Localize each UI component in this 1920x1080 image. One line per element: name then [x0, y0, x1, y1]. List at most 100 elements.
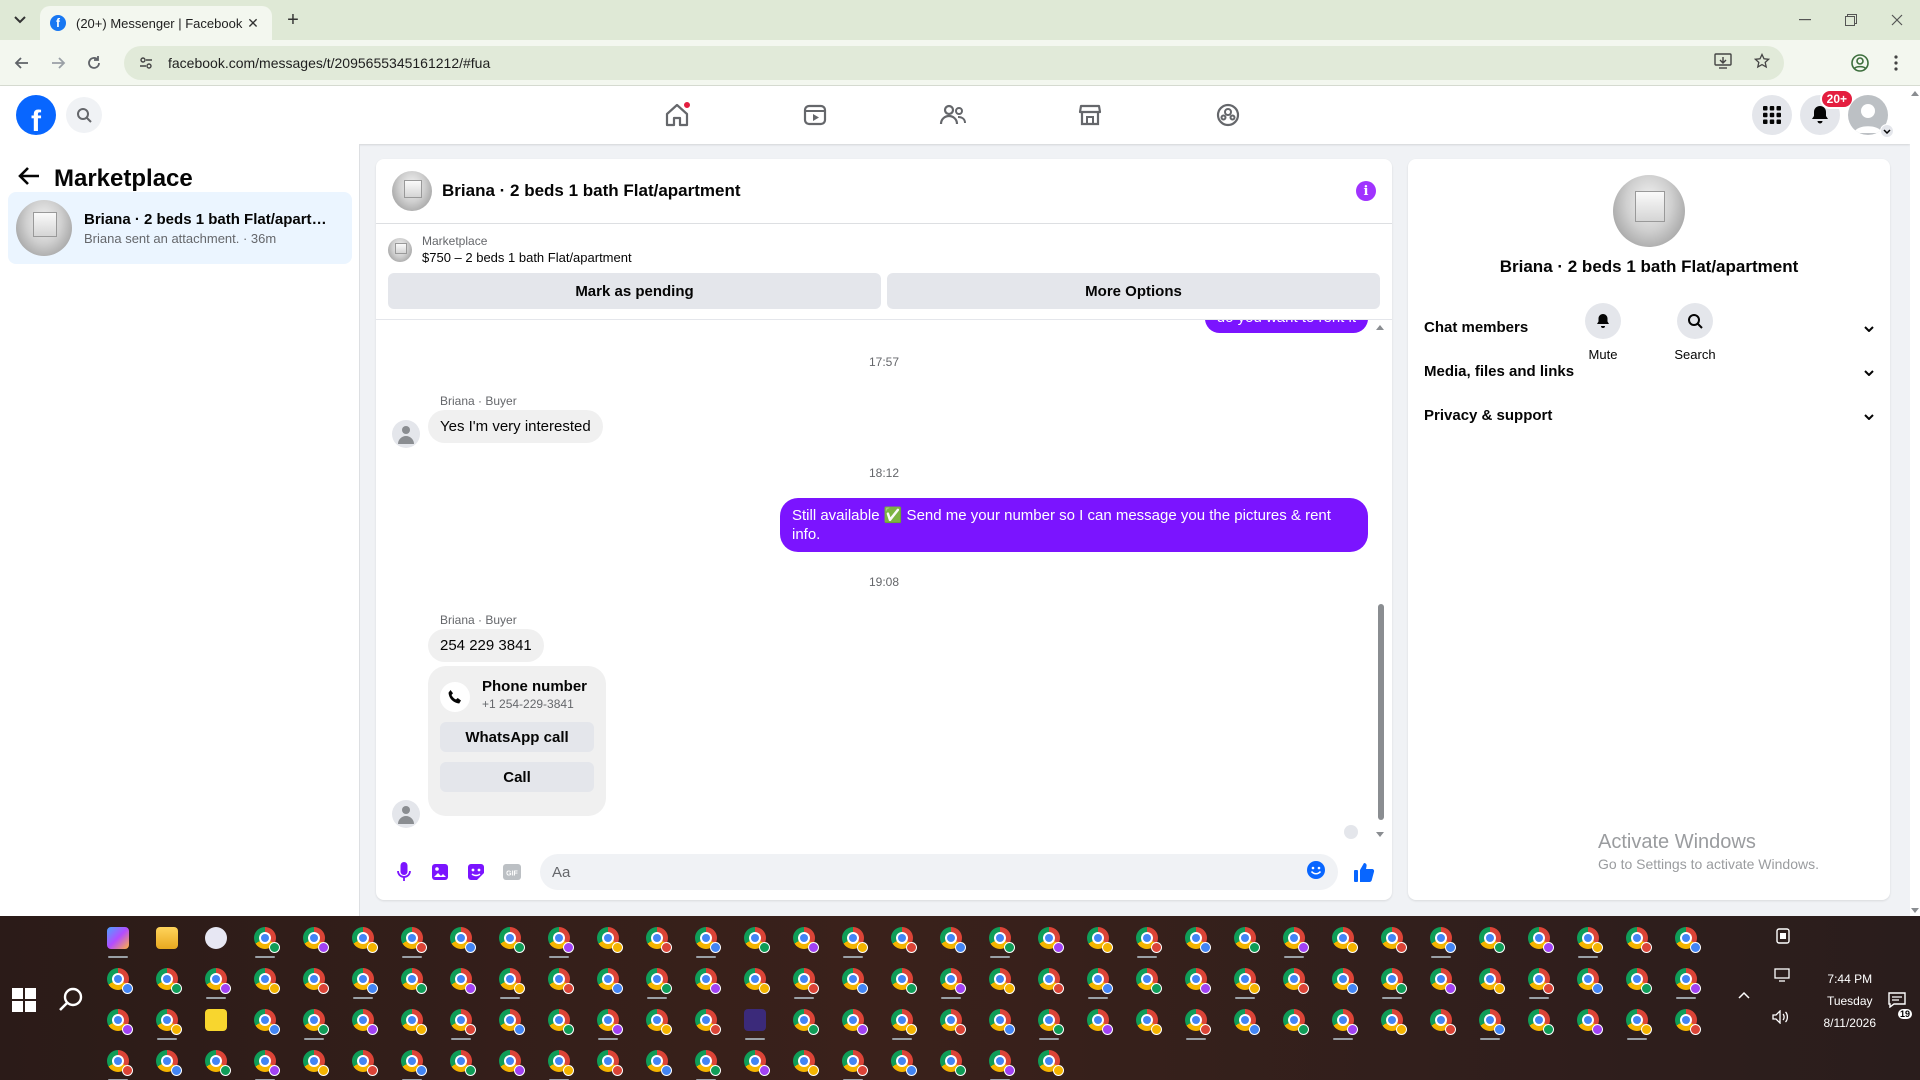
section-media-files-links[interactable]: Media, files and links — [1424, 363, 1874, 380]
chrome-profile-icon[interactable] — [1427, 924, 1456, 958]
restore-icon[interactable] — [1828, 0, 1874, 40]
chrome-profile-icon[interactable] — [1329, 965, 1358, 994]
chrome-profile-icon[interactable] — [1672, 965, 1701, 999]
chrome-profile-icon[interactable] — [545, 1006, 574, 1035]
chrome-profile-icon[interactable] — [1280, 924, 1309, 958]
chrome-profile-icon[interactable] — [839, 965, 868, 994]
chrome-profile-icon[interactable] — [1476, 965, 1505, 994]
chrome-profile-icon[interactable] — [692, 1047, 721, 1080]
chrome-profile-icon[interactable] — [1574, 924, 1603, 958]
chrome-profile-icon[interactable] — [447, 924, 476, 953]
chrome-profile-icon[interactable] — [790, 1006, 819, 1035]
message-input[interactable]: Aa — [540, 854, 1338, 890]
chrome-profile-icon[interactable] — [545, 924, 574, 958]
chrome-profile-icon[interactable] — [839, 1006, 868, 1035]
chrome-profile-icon[interactable] — [1623, 1006, 1652, 1040]
chrome-profile-icon[interactable] — [447, 965, 476, 994]
browser-menu-icon[interactable] — [1884, 51, 1908, 75]
emoji-icon[interactable] — [1306, 860, 1326, 884]
chrome-profile-icon[interactable] — [447, 1047, 476, 1076]
back-arrow-icon[interactable] — [18, 165, 40, 193]
chrome-profile-icon[interactable] — [251, 1006, 280, 1035]
chrome-profile-icon[interactable] — [1035, 1047, 1064, 1076]
new-tab-button[interactable]: + — [282, 9, 304, 32]
home-icon[interactable] — [659, 97, 695, 133]
chrome-profile-icon[interactable] — [1035, 965, 1064, 994]
section-privacy-support[interactable]: Privacy & support — [1424, 407, 1874, 424]
friends-icon[interactable] — [935, 97, 971, 133]
chrome-profile-icon[interactable] — [153, 1006, 182, 1040]
hidden-icons-chevron-icon[interactable] — [1738, 986, 1750, 1002]
gaming-icon[interactable] — [1210, 97, 1246, 133]
chrome-profile-icon[interactable] — [496, 1006, 525, 1035]
bookmark-star-icon[interactable] — [1753, 52, 1771, 73]
chrome-profile-icon[interactable] — [643, 1047, 672, 1076]
chrome-profile-icon[interactable] — [1231, 1006, 1260, 1035]
facebook-logo-icon[interactable]: f — [16, 95, 56, 135]
chrome-profile-icon[interactable] — [1133, 1006, 1162, 1035]
chrome-profile-icon[interactable] — [545, 1047, 574, 1080]
search-icon[interactable] — [66, 97, 102, 133]
chrome-profile-icon[interactable] — [888, 1006, 917, 1040]
browser-tab[interactable]: f (20+) Messenger | Facebook ✕ — [40, 6, 272, 40]
profile-icon[interactable] — [1848, 51, 1872, 75]
chrome-profile-icon[interactable] — [1525, 924, 1554, 953]
chrome-profile-icon[interactable] — [741, 1047, 770, 1076]
chrome-profile-icon[interactable] — [888, 1047, 917, 1076]
chrome-profile-icon[interactable] — [1378, 965, 1407, 999]
chrome-profile-icon[interactable] — [1035, 1006, 1064, 1040]
microphone-icon[interactable] — [386, 854, 422, 890]
chrome-profile-icon[interactable] — [692, 1006, 721, 1035]
chrome-profile-icon[interactable] — [1574, 965, 1603, 994]
chrome-profile-icon[interactable] — [398, 924, 427, 958]
chat-scrollbar-thumb[interactable] — [1378, 604, 1384, 820]
install-app-icon[interactable] — [1714, 53, 1732, 73]
like-thumb-icon[interactable] — [1346, 854, 1382, 890]
chrome-profile-icon[interactable] — [986, 965, 1015, 994]
chrome-profile-icon[interactable] — [888, 965, 917, 994]
notification-center-icon[interactable]: 19 — [1888, 992, 1912, 1019]
chrome-profile-icon[interactable] — [349, 924, 378, 953]
call-button[interactable]: Call — [440, 762, 594, 792]
chrome-profile-icon[interactable] — [1378, 924, 1407, 953]
chrome-profile-icon[interactable] — [594, 1006, 623, 1040]
chrome-profile-icon[interactable] — [1133, 924, 1162, 958]
chrome-profile-icon[interactable] — [1623, 924, 1652, 953]
chrome-profile-icon[interactable] — [545, 965, 574, 994]
volume-icon[interactable] — [1772, 1009, 1790, 1027]
copilot-icon[interactable] — [104, 924, 132, 958]
account-chevron-down-icon[interactable] — [1880, 124, 1894, 138]
app-icon[interactable] — [741, 1006, 769, 1040]
chrome-profile-icon[interactable] — [888, 924, 917, 953]
close-tab-icon[interactable]: ✕ — [244, 15, 262, 32]
chrome-profile-icon[interactable] — [447, 1006, 476, 1040]
file-explorer-icon[interactable] — [153, 924, 181, 952]
tab-search-chevron-icon[interactable] — [8, 8, 32, 32]
network-icon[interactable] — [1774, 968, 1790, 985]
listing-price[interactable]: $750 – 2 beds 1 bath Flat/apartment — [422, 250, 632, 265]
tablet-mode-icon[interactable] — [1776, 928, 1790, 947]
video-icon[interactable] — [797, 97, 833, 133]
message-list[interactable]: do you want to rent it 17:57 Briana · Bu… — [376, 319, 1392, 839]
chrome-profile-icon[interactable] — [1231, 965, 1260, 999]
chrome-profile-icon[interactable] — [104, 965, 133, 994]
whatsapp-call-button[interactable]: WhatsApp call — [440, 722, 594, 752]
chrome-profile-icon[interactable] — [104, 1006, 133, 1035]
chat-title[interactable]: Briana · 2 beds 1 bath Flat/apartment — [442, 181, 1356, 201]
chrome-profile-icon[interactable] — [937, 924, 966, 953]
chrome-profile-icon[interactable] — [153, 1047, 182, 1076]
photo-icon[interactable] — [422, 854, 458, 890]
chrome-profile-icon[interactable] — [839, 924, 868, 958]
reload-icon[interactable] — [82, 51, 106, 75]
chrome-profile-icon[interactable] — [1427, 1006, 1456, 1035]
chrome-profile-icon[interactable] — [986, 1006, 1015, 1035]
chrome-profile-icon[interactable] — [741, 924, 770, 953]
chrome-profile-icon[interactable] — [937, 1047, 966, 1076]
chrome-profile-icon[interactable] — [1672, 1006, 1701, 1035]
chrome-profile-icon[interactable] — [1525, 965, 1554, 999]
chrome-profile-icon[interactable] — [202, 1047, 231, 1076]
chrome-profile-icon[interactable] — [349, 1006, 378, 1035]
site-info-icon[interactable] — [138, 55, 154, 71]
conversation-item[interactable]: Briana · 2 beds 1 bath Flat/apartm... Br… — [8, 192, 352, 264]
paint-icon[interactable] — [202, 924, 230, 952]
